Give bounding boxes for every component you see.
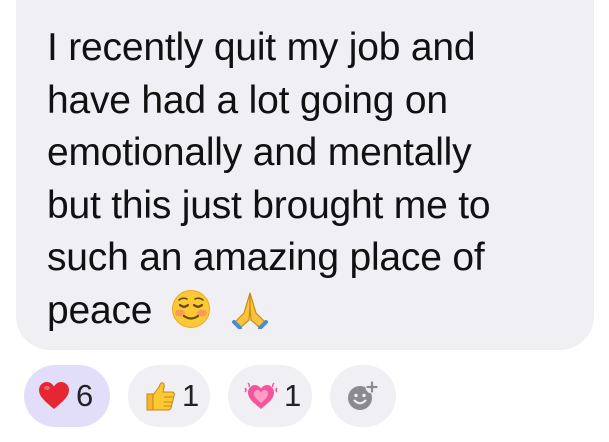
message-line: such an amazing place of (47, 236, 485, 279)
reaction-heart-pill[interactable]: 6 (24, 365, 110, 427)
message-line: emotionally and mentally (47, 131, 472, 174)
pink-hearts-icon (244, 380, 278, 412)
message-line: have had a lot going on (47, 78, 448, 122)
reaction-count: 1 (284, 378, 302, 413)
folded-hands-icon (230, 289, 270, 344)
message-last-line: peace (47, 285, 564, 344)
message-bubble[interactable]: I recently quit my job and have had a lo… (16, 0, 594, 350)
message-view: I recently quit my job and have had a lo… (0, 0, 609, 442)
add-reaction-icon (346, 380, 380, 412)
reaction-thumbs-up-pill[interactable]: 1 (128, 365, 210, 427)
message-line-text: peace (47, 288, 153, 332)
add-reaction-button[interactable] (330, 365, 396, 427)
reaction-count: 6 (76, 378, 94, 413)
red-heart-icon (38, 381, 70, 411)
smiling-face-icon (171, 289, 211, 344)
message-line: but this just brought me to (47, 183, 491, 227)
reaction-pink-hearts-pill[interactable]: 1 (228, 365, 312, 427)
thumbs-up-icon (144, 380, 176, 412)
reaction-count: 1 (182, 378, 200, 413)
message-line: I recently quit my job and (47, 26, 476, 69)
